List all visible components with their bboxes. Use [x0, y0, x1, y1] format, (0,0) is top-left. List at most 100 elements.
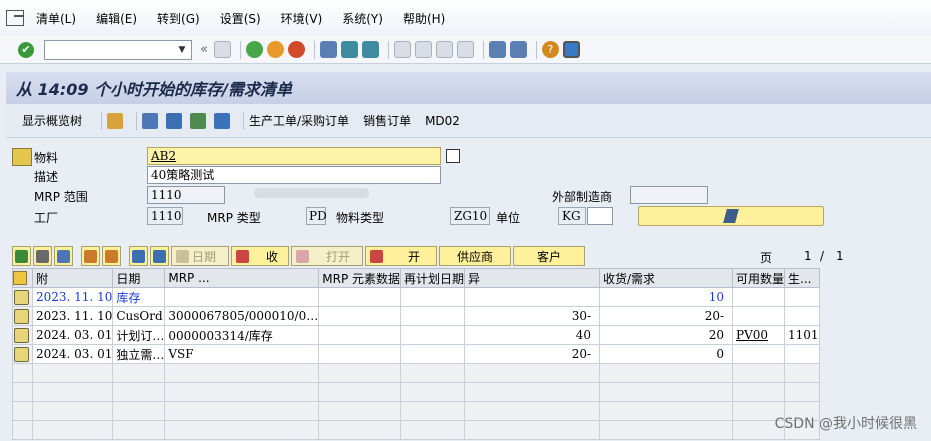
date-button[interactable]: 日期	[171, 246, 229, 266]
print-icon[interactable]	[319, 41, 337, 58]
toolbar-divider	[482, 40, 484, 59]
empty-cell	[31, 382, 114, 402]
menu-item-system[interactable]: 系统(Y)	[342, 10, 383, 27]
detail-magnifier-icon[interactable]	[14, 346, 29, 362]
attach-column-header[interactable]	[12, 268, 33, 288]
vendor-button[interactable]: 供应商	[439, 246, 511, 266]
detail-magnifier-icon[interactable]	[14, 289, 29, 305]
column-header-production[interactable]: 生...	[784, 268, 820, 288]
menu-item-goto[interactable]: 转到(G)	[157, 10, 200, 27]
unit-label: 单位	[496, 211, 521, 225]
header-form: 物料 AB2 描述 40策略测试 MRP 范围 1110 外部制造商 工厂 11…	[6, 138, 931, 238]
show-tree-button[interactable]: 显示概览树	[22, 112, 82, 129]
table-row[interactable]: 2024. 03. 01 计划订… 0000003314/库存 40 20 PV00 110…	[12, 325, 820, 345]
next-page-icon[interactable]	[435, 41, 453, 58]
first-page-icon[interactable]	[393, 41, 411, 58]
column-header-receipt-req[interactable]: 收货/需求	[599, 268, 734, 288]
shortcut-icon[interactable]	[509, 41, 527, 58]
plant-label: 工厂	[34, 211, 59, 225]
md02-button[interactable]: MD02	[425, 114, 460, 128]
chevron-down-icon[interactable]: ▼	[175, 43, 189, 57]
layout-icon[interactable]	[214, 112, 231, 129]
hierarchy-expand-button[interactable]	[102, 246, 121, 266]
filter-up-button[interactable]	[150, 246, 169, 266]
empty-cell	[732, 363, 786, 383]
material-icon[interactable]	[12, 148, 32, 166]
column-header-attach[interactable]: 附	[31, 268, 114, 288]
column-header-date[interactable]: 日期	[112, 268, 166, 288]
edit-row-button[interactable]	[54, 246, 73, 266]
empty-cell	[464, 420, 601, 440]
row-detail-cell[interactable]	[12, 306, 33, 326]
row-detail-cell[interactable]	[12, 344, 33, 364]
empty-cell	[399, 363, 466, 383]
collapse-chevron-icon[interactable]: «	[200, 42, 208, 57]
enter-check-icon[interactable]: ✔	[18, 41, 34, 58]
exit-icon[interactable]	[266, 41, 284, 58]
empty-cell	[318, 401, 401, 421]
menu-item-environment[interactable]: 环境(V)	[281, 10, 323, 27]
people-icon[interactable]	[107, 112, 124, 129]
select-all-icon	[15, 249, 28, 263]
layout-monitor-icon[interactable]	[562, 41, 580, 58]
open2-button[interactable]: 开	[365, 246, 437, 266]
create-session-icon[interactable]	[488, 41, 506, 58]
previous-page-icon[interactable]	[414, 41, 432, 58]
row-detail-cell[interactable]	[12, 287, 33, 307]
help-icon[interactable]: ?	[541, 41, 559, 58]
column-header-exception[interactable]: 异	[464, 268, 601, 288]
back-icon[interactable]	[245, 41, 263, 58]
table-row[interactable]: 2023. 11. 10 CusOrd 3000067805/000010/0… 30…	[12, 306, 820, 326]
menu-item-help[interactable]: 帮助(H)	[403, 10, 445, 27]
pencil-icon	[57, 249, 70, 263]
last-page-icon[interactable]	[456, 41, 474, 58]
cell-stor	[784, 287, 820, 307]
material-label: 物料	[34, 151, 59, 165]
empty-cell	[31, 420, 114, 440]
save-icon[interactable]	[213, 41, 231, 58]
empty-cell	[599, 382, 734, 402]
cell-qty: 30-	[464, 306, 601, 326]
select-all-button[interactable]	[12, 246, 31, 266]
menu-exit-icon[interactable]	[6, 10, 24, 26]
column-header-mrp-data[interactable]: MRP 元素数据	[318, 268, 401, 288]
detail-magnifier-icon[interactable]	[14, 327, 29, 343]
empty-cell	[164, 363, 320, 383]
material-field[interactable]: AB2	[147, 147, 441, 165]
cancel-icon[interactable]	[287, 41, 305, 58]
find-next-icon[interactable]	[361, 41, 379, 58]
detail-magnifier-icon[interactable]	[14, 308, 29, 324]
menu-item-edit[interactable]: 编辑(E)	[96, 10, 137, 27]
row-detail-cell[interactable]	[12, 325, 33, 345]
hierarchy-button[interactable]	[81, 246, 100, 266]
cell-prod	[732, 306, 786, 326]
column-header-replan-date[interactable]: 再计划日期	[399, 268, 466, 288]
cell-data: VSF	[164, 344, 320, 364]
receipt-button[interactable]: 收	[231, 246, 289, 266]
find-icon[interactable]	[340, 41, 358, 58]
prod-order-button[interactable]: 生产工单/采购订单	[249, 112, 349, 129]
menu-item-settings[interactable]: 设置(S)	[220, 10, 261, 27]
empty-row	[12, 363, 820, 383]
sales-order-button[interactable]: 销售订单	[363, 112, 411, 129]
empty-cell	[12, 401, 33, 421]
configure-icon[interactable]	[190, 112, 207, 129]
column-header-available[interactable]: 可用数量	[732, 268, 786, 288]
filter-down-button[interactable]	[129, 246, 148, 266]
filter-icon[interactable]	[166, 112, 183, 129]
copy-icon[interactable]	[446, 149, 460, 163]
toolbar-divider	[101, 111, 103, 130]
table-row[interactable]: 2023. 11. 10 库存 10	[12, 287, 820, 307]
open-button[interactable]: 打开	[291, 246, 363, 266]
tools-button[interactable]	[33, 246, 52, 266]
cell-avail: 20	[599, 325, 734, 345]
refresh-icon[interactable]	[142, 112, 159, 129]
command-field[interactable]: ▼	[44, 39, 192, 60]
column-header-mrp[interactable]: MRP ...	[164, 268, 320, 288]
menu-item-list[interactable]: 清单(L)	[36, 10, 76, 27]
edit-button[interactable]	[638, 206, 824, 226]
empty-cell	[12, 382, 33, 402]
table-row[interactable]: 2024. 03. 01 独立需… VSF 20- 0	[12, 344, 820, 364]
date-icon	[176, 249, 189, 263]
customer-button[interactable]: 客户	[513, 246, 585, 266]
